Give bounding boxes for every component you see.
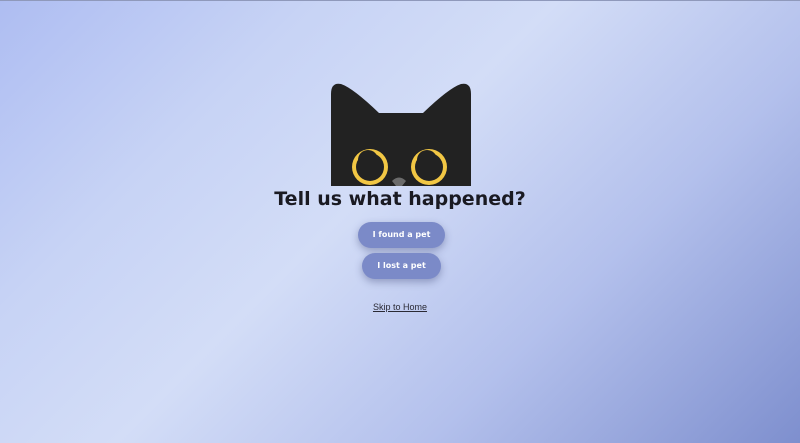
skip-to-home-label[interactable]: Skip to Home xyxy=(373,302,427,312)
top-border xyxy=(0,0,800,1)
right-eye xyxy=(411,149,447,185)
skip-to-home-link[interactable]: Skip to Home xyxy=(0,302,800,312)
left-eye xyxy=(352,149,388,185)
lost-pet-button[interactable]: I lost a pet xyxy=(362,253,441,279)
found-pet-button[interactable]: I found a pet xyxy=(358,222,445,248)
black-cat-peeking-icon xyxy=(331,83,471,186)
page-title: Tell us what happened? xyxy=(274,188,526,210)
cat-head xyxy=(331,83,471,186)
